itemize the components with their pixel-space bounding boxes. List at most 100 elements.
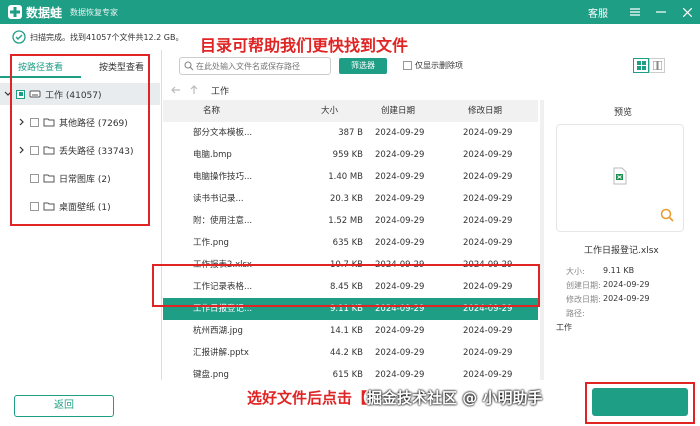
row-name: 工作.png [193,238,229,248]
row-modified: 2024-09-29 [463,194,513,204]
row-name: 电脑.bmp [193,150,232,160]
table-row[interactable]: 杭州西湖.jpg 14.1 KB 2024-09-29 2024-09-29 [163,320,538,342]
preview-path-label: 路径: [566,309,585,318]
row-size: 20.3 KB [329,194,363,204]
row-size: 387 B [338,128,363,138]
row-size: 1.40 MB [328,172,363,182]
excel-file-icon [613,167,627,185]
row-size: 44.2 KB [329,348,363,358]
annotation-box-left [10,54,150,226]
app-subtitle: 数据恢复专家 [70,7,119,17]
table-row[interactable]: 附：使用注意... 1.52 MB 2024-09-29 2024-09-29 [163,210,538,232]
table-header: 名称 大小 创建日期 修改日期 [163,100,538,122]
menu-button[interactable] [622,0,648,24]
grid-view-button[interactable] [633,58,649,73]
row-created: 2024-09-29 [375,216,425,226]
list-view-button[interactable] [649,58,665,73]
annotation-box-row [152,264,540,307]
preview-created-label: 创建日期: [566,281,601,290]
watermark-text: 掘金技术社区 @ 小明助手 [367,389,543,407]
row-modified: 2024-09-29 [463,128,513,138]
scan-status-text: 扫描完成。找到41057个文件共12.2 GB。 [30,32,184,42]
filter-button[interactable]: 筛选器 [339,58,387,74]
table-row[interactable]: 汇报讲解.pptx 44.2 KB 2024-09-29 2024-09-29 [163,342,538,364]
table-row[interactable]: 读书书记录... 20.3 KB 2024-09-29 2024-09-29 [163,188,538,210]
minimize-button[interactable] [648,0,674,24]
row-modified: 2024-09-29 [463,150,513,160]
preview-filename: 工作日报登记.xlsx [584,246,659,256]
view-switch [633,58,665,73]
row-created: 2024-09-29 [375,172,425,182]
row-size: 14.1 KB [329,326,363,336]
row-size: 635 KB [332,238,363,248]
grid-icon [636,61,646,70]
row-modified: 2024-09-29 [463,216,513,226]
back-button[interactable]: 返回 [14,395,114,417]
deleted-only-checkbox[interactable] [403,61,412,70]
search-box[interactable] [179,57,331,75]
table-row[interactable]: 部分文本模板... 387 B 2024-09-29 2024-09-29 [163,122,538,144]
preview-modified: 2024-09-29 [603,294,650,303]
table-row[interactable]: 电脑操作技巧... 1.40 MB 2024-09-29 2024-09-29 [163,166,538,188]
app-logo-icon [8,5,22,19]
row-created: 2024-09-29 [375,370,425,380]
row-name: 汇报讲解.pptx [193,348,249,358]
app-name: 数据蛙 [26,5,63,20]
annotation-bottom: 选好文件后点击【掘金技术社区 @ 小明助手 [247,387,542,408]
preview-panel: 预览 工作日报登记.xlsx 大小: 9.11 KB 创建日期: 2024-09… [548,100,700,380]
row-modified: 2024-09-29 [463,326,513,336]
breadcrumb-path: 工作 [211,86,230,97]
row-name: 杭州西湖.jpg [193,326,243,336]
back-arrow-icon[interactable] [171,85,181,95]
table-scrollbar[interactable] [540,100,544,380]
search-input[interactable] [196,61,316,71]
preview-size: 9.11 KB [603,266,635,275]
row-created: 2024-09-29 [375,238,425,248]
row-modified: 2024-09-29 [463,172,513,182]
table-row[interactable]: 电脑.bmp 959 KB 2024-09-29 2024-09-29 [163,144,538,166]
up-arrow-icon[interactable] [189,85,199,95]
preview-modified-label: 修改日期: [566,295,601,304]
zoom-icon[interactable] [660,208,674,222]
table-row[interactable]: 键盘.png 615 KB 2024-09-29 2024-09-29 [163,364,538,386]
search-icon [184,61,194,71]
annotation-box-recover [585,382,695,424]
deleted-only-label: 仅显示删除项 [415,61,463,70]
preview-created: 2024-09-29 [603,280,650,289]
row-created: 2024-09-29 [375,150,425,160]
row-name: 键盘.png [193,370,229,380]
row-name: 读书书记录... [193,194,244,204]
annotation-top: 目录可帮助我们更快找到文件 [200,36,409,55]
header-size[interactable]: 大小 [321,100,361,122]
header-created[interactable]: 创建日期 [381,100,415,122]
row-size: 1.52 MB [328,216,363,226]
file-table: 名称 大小 创建日期 修改日期 部分文本模板... 387 B 2024-09-29… [163,100,538,386]
title-bar: 数据蛙 数据恢复专家 客服 [0,0,700,24]
row-name: 电脑操作技巧... [193,172,253,182]
menu-icon [630,8,640,16]
row-modified: 2024-09-29 [463,370,513,380]
list-icon [652,61,662,70]
row-modified: 2024-09-29 [463,238,513,248]
toolbar: 筛选器 仅显示删除项 [163,54,700,78]
row-size: 615 KB [332,370,363,380]
close-button[interactable] [674,0,700,24]
row-created: 2024-09-29 [375,326,425,336]
row-name: 附：使用注意... [193,216,253,226]
annotation-bottom-text: 选好文件后点击【 [247,389,368,407]
preview-card [556,124,684,232]
close-icon [682,7,692,17]
breadcrumb: 工作 [163,80,543,100]
deleted-only-toggle[interactable]: 仅显示删除项 [403,60,463,71]
preview-title: 预览 [614,108,633,118]
row-created: 2024-09-29 [375,194,425,204]
header-name[interactable]: 名称 [203,100,268,122]
preview-size-label: 大小: [566,267,585,276]
header-modified[interactable]: 修改日期 [468,100,502,122]
preview-path: 工作 [556,323,572,332]
customer-service-button[interactable]: 客服 [588,5,608,20]
table-row[interactable]: 工作.png 635 KB 2024-09-29 2024-09-29 [163,232,538,254]
row-modified: 2024-09-29 [463,348,513,358]
check-circle-icon [12,30,26,44]
row-name: 部分文本模板... [193,128,253,138]
